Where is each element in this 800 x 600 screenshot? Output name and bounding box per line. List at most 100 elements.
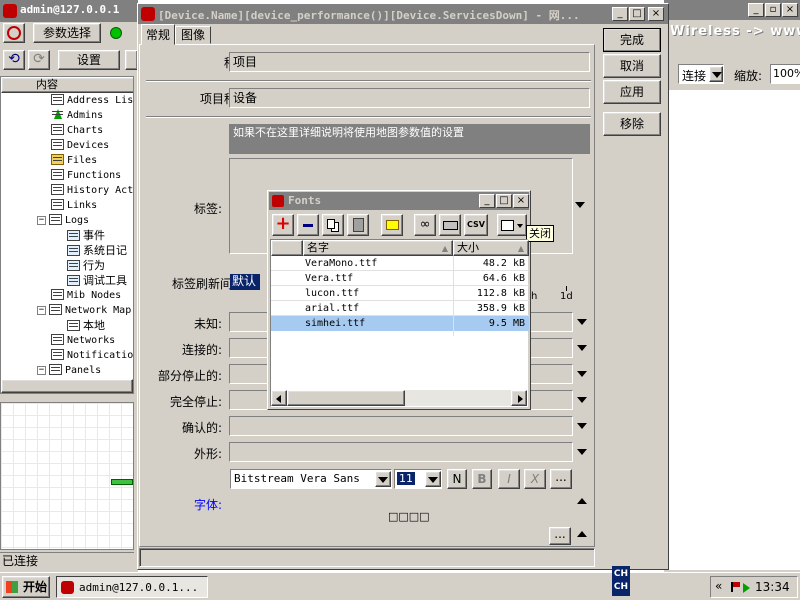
font-more-button[interactable]: ... (550, 469, 572, 489)
paste-button[interactable] (347, 214, 369, 236)
collapse-icon[interactable]: − (37, 305, 46, 315)
font-family-select[interactable]: Bitstream Vera Sans (230, 469, 392, 489)
connected-dropdown[interactable] (577, 345, 587, 351)
lang-indicator-2[interactable]: CH (612, 566, 630, 582)
font-size-dropdown[interactable] (425, 471, 441, 487)
undo-button[interactable]: ⟲ (3, 50, 25, 70)
col-header-name[interactable]: 名字 ▲ (303, 240, 453, 256)
minimize-button[interactable]: _ (748, 3, 764, 17)
main-window-titlebar[interactable]: admin@127.0.0.1 (0, 0, 138, 22)
find-button[interactable]: ∞ (414, 214, 436, 236)
font-row[interactable]: Vera.ttf 64.6 kB (271, 271, 529, 286)
font-normal-button[interactable]: N (447, 469, 467, 489)
kind-input[interactable]: 项目 (229, 52, 590, 72)
font-row-selected[interactable]: simhei.ttf 9.5 MB (271, 316, 529, 331)
close-button[interactable]: × (782, 3, 798, 17)
tree-item[interactable]: 调试工具 (67, 273, 127, 288)
print-button[interactable] (439, 214, 461, 236)
settings-button[interactable]: 设置 (58, 50, 120, 70)
col-header-size[interactable]: 大小 ▲ (453, 240, 529, 256)
connect-select-dropdown[interactable] (709, 66, 723, 82)
font-clear-button[interactable]: X (524, 469, 546, 489)
tree-item[interactable]: Charts (51, 123, 103, 138)
scroll-left-button[interactable] (271, 390, 287, 406)
tree-item[interactable]: 本地 (67, 318, 105, 333)
tray-flag-icon[interactable] (731, 582, 740, 592)
ack-input[interactable] (229, 416, 573, 436)
map-node[interactable] (111, 479, 133, 485)
tree-item[interactable]: Admins (51, 108, 103, 123)
tree-item[interactable]: Links (51, 198, 97, 213)
tree-item[interactable]: Notificatio (51, 348, 133, 363)
tree-item[interactable]: Devices (51, 138, 109, 153)
restore-button[interactable]: ▫ (765, 3, 781, 17)
tree-item[interactable]: 事件 (67, 228, 105, 243)
dialog-maximize-button[interactable]: □ (629, 7, 645, 21)
font-row[interactable]: VeraMono.ttf 48.2 kB (271, 256, 529, 271)
tab-image[interactable]: 图像 (175, 26, 211, 44)
collapse-icon[interactable]: − (37, 365, 46, 375)
font-row[interactable]: arial.ttf 358.9 kB (271, 301, 529, 316)
font-italic-button[interactable]: I (498, 469, 520, 489)
item-kind-input[interactable]: 设备 (229, 88, 590, 108)
tray-expand-icon[interactable]: « (715, 579, 722, 593)
col-header-blank[interactable] (271, 240, 303, 256)
disconnect-button[interactable] (3, 23, 25, 43)
connect-select[interactable]: 连接 (678, 64, 724, 84)
taskbar-task[interactable]: admin@127.0.0.1... (56, 576, 208, 598)
fonts-maximize-button[interactable]: □ (496, 194, 512, 208)
tree-header[interactable]: 内容 (1, 77, 133, 93)
font-row[interactable]: lucon.ttf 112.8 kB (271, 286, 529, 301)
refresh-input[interactable]: 默认 (230, 274, 260, 290)
fonts-close-button[interactable]: × (513, 194, 529, 208)
font-collapse-2[interactable] (577, 531, 587, 537)
tree-item[interactable]: Files (51, 153, 97, 168)
label-dropdown[interactable] (575, 202, 587, 210)
scroll-thumb[interactable] (287, 390, 405, 406)
apply-button[interactable]: 应用 (603, 80, 661, 104)
zoom-input[interactable]: 100% (770, 64, 800, 84)
dialog-close-button[interactable]: × (648, 7, 664, 21)
ok-button[interactable]: 完成 (603, 28, 661, 52)
preview-more-button[interactable]: ... (549, 527, 571, 545)
add-button[interactable]: + (272, 214, 294, 236)
comment-button[interactable] (381, 214, 403, 236)
shape-dropdown[interactable] (577, 449, 587, 455)
redo-button[interactable]: ⟳ (28, 50, 50, 70)
fonts-minimize-button[interactable]: _ (479, 194, 495, 208)
font-bold-button[interactable]: B (472, 469, 492, 489)
font-family-dropdown[interactable] (375, 471, 391, 487)
full-dropdown[interactable] (577, 397, 587, 403)
unknown-dropdown[interactable] (577, 319, 587, 325)
remove-button[interactable]: 移除 (603, 112, 661, 136)
font-size-select[interactable]: 11 (394, 469, 442, 489)
copy-button[interactable] (322, 214, 344, 236)
collapse-icon[interactable]: − (37, 215, 46, 225)
fonts-hscroll[interactable] (271, 390, 527, 406)
shape-input[interactable] (229, 442, 573, 462)
font-collapse[interactable] (577, 498, 587, 504)
tree-item[interactable]: Functions (51, 168, 121, 183)
tree-hscroll[interactable] (1, 379, 133, 393)
partial-dropdown[interactable] (577, 371, 587, 377)
tree-item[interactable]: − Network Map (37, 303, 131, 318)
tree-item[interactable]: − Panels (37, 363, 101, 378)
tree-item[interactable]: − Logs (37, 213, 89, 228)
tree-item[interactable]: Mib Nodes (51, 288, 121, 303)
scroll-right-button[interactable] (511, 390, 527, 406)
param-select-button[interactable]: 参数选择 (33, 23, 101, 43)
tray-play-icon[interactable] (743, 583, 750, 593)
map-window-titlebar[interactable]: _ ▫ × (664, 0, 800, 20)
cancel-button[interactable]: 取消 (603, 54, 661, 78)
tree-item[interactable]: 行为 (67, 258, 105, 273)
remove-font-button[interactable] (297, 214, 319, 236)
tree-item[interactable]: History Act (51, 183, 133, 198)
tree-item[interactable]: Address Lis (51, 93, 133, 108)
tree-item[interactable]: 系统日记 (67, 243, 127, 258)
csv-button[interactable]: CSV (464, 214, 488, 236)
start-button[interactable]: 开始 (2, 576, 50, 598)
dialog-minimize-button[interactable]: _ (612, 7, 628, 21)
tree-item[interactable]: Networks (51, 333, 115, 348)
fonts-titlebar[interactable]: Fonts _ □ × (269, 192, 529, 210)
map-canvas[interactable] (0, 402, 134, 550)
